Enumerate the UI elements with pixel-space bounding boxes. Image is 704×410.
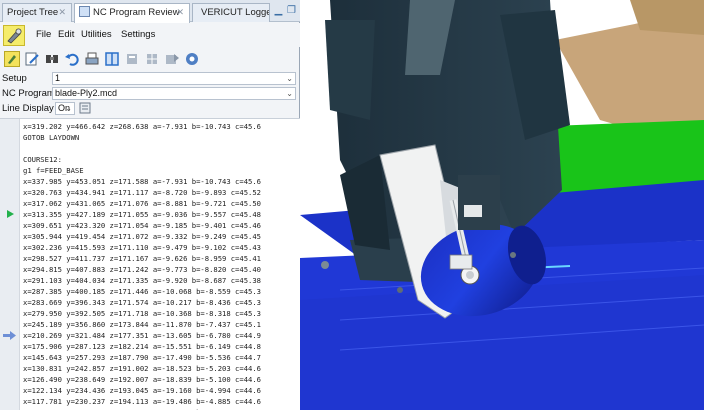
- nc-program-value: blade-Ply2.mcd: [55, 88, 118, 98]
- current-line-arrow-icon[interactable]: [3, 331, 16, 340]
- tab-project-tree[interactable]: Project Tree ✕: [2, 3, 72, 22]
- find-icon[interactable]: [44, 51, 60, 67]
- code-line[interactable]: x=337.985 y=453.051 z=171.588 a=-7.931 b…: [23, 176, 261, 187]
- play-marker-icon[interactable]: [7, 210, 14, 218]
- close-icon[interactable]: ✕: [58, 4, 66, 21]
- print-icon[interactable]: [84, 51, 100, 67]
- code-line[interactable]: x=319.202 y=466.642 z=268.638 a=-7.931 b…: [23, 121, 261, 132]
- code-line[interactable]: x=122.134 y=234.436 z=193.045 a=-19.160 …: [23, 385, 261, 396]
- chevron-down-icon: ⌄: [65, 104, 72, 113]
- code-line[interactable]: x=302.236 y=415.593 z=171.110 a=-9.479 b…: [23, 242, 261, 253]
- code-line[interactable]: x=317.062 y=431.065 z=171.076 a=-8.881 b…: [23, 198, 261, 209]
- edit-icon[interactable]: [24, 51, 40, 67]
- layout-icon[interactable]: [104, 51, 120, 67]
- document-icon: [79, 6, 90, 17]
- code-line[interactable]: x=245.189 y=356.860 z=173.844 a=-11.870 …: [23, 319, 261, 330]
- menu-bar: File Edit Utilities Settings: [0, 23, 300, 47]
- code-line[interactable]: x=279.950 y=392.505 z=171.718 a=-10.368 …: [23, 308, 261, 319]
- menu-edit[interactable]: Edit: [58, 29, 74, 40]
- setup-select[interactable]: 1 ⌄: [52, 72, 296, 85]
- nc-program-select[interactable]: blade-Ply2.mcd ⌄: [52, 87, 296, 100]
- nc-program-label: NC Program: [2, 88, 55, 99]
- code-line[interactable]: x=210.269 y=321.484 z=177.351 a=-13.605 …: [23, 330, 261, 341]
- code-line[interactable]: x=117.781 y=230.237 z=194.113 a=-19.486 …: [23, 396, 261, 407]
- restore-icon[interactable]: ❐: [285, 4, 298, 18]
- code-line[interactable]: x=175.906 y=287.123 z=182.214 a=-15.551 …: [23, 341, 261, 352]
- grid-icon[interactable]: [144, 51, 160, 67]
- chevron-down-icon: ⌄: [286, 89, 293, 98]
- 3d-simulation-viewport[interactable]: [300, 0, 704, 410]
- code-line[interactable]: x=298.527 y=411.737 z=171.167 a=-9.626 b…: [23, 253, 261, 264]
- chevron-down-icon: ⌄: [286, 74, 293, 83]
- setup-row: Setup 1 ⌄: [0, 71, 300, 86]
- undo-icon[interactable]: [64, 51, 80, 67]
- line-display-label: Line Display: [2, 103, 54, 114]
- vericut-icon[interactable]: [4, 51, 20, 67]
- minimize-icon[interactable]: ▁: [272, 4, 285, 18]
- setup-value: 1: [55, 73, 61, 83]
- tab-bar: Project Tree ✕ NC Program Review ✕ VERIC…: [0, 0, 300, 23]
- menu-file[interactable]: File: [36, 29, 51, 40]
- tab-vericut-logger[interactable]: VERICUT Logger: [192, 3, 270, 22]
- close-icon[interactable]: ✕: [176, 4, 184, 21]
- line-display-options-icon[interactable]: [79, 102, 91, 114]
- toolbar: [0, 48, 300, 70]
- tab-nc-program-review[interactable]: NC Program Review ✕: [74, 3, 190, 23]
- menu-settings[interactable]: Settings: [121, 29, 155, 40]
- code-line[interactable]: g1 f=FEED_BASE: [23, 165, 84, 176]
- tab-label: Project Tree: [7, 7, 59, 18]
- report-icon[interactable]: [164, 51, 180, 67]
- tab-label: VERICUT Logger: [201, 7, 270, 18]
- code-line[interactable]: x=283.669 y=396.343 z=171.574 a=-10.217 …: [23, 297, 261, 308]
- code-line[interactable]: x=309.651 y=423.320 z=171.054 a=-9.185 b…: [23, 220, 261, 231]
- code-line[interactable]: x=291.103 y=404.034 z=171.335 a=-9.920 b…: [23, 275, 261, 286]
- code-line[interactable]: GOTOB LAYDOWN: [23, 132, 79, 143]
- machine-scene-graphic: [300, 0, 704, 410]
- nc-program-review-panel: Project Tree ✕ NC Program Review ✕ VERIC…: [0, 0, 300, 410]
- code-line[interactable]: x=313.355 y=427.189 z=171.055 a=-9.036 b…: [23, 209, 261, 220]
- code-line[interactable]: x=130.831 y=242.857 z=191.002 a=-18.523 …: [23, 363, 261, 374]
- text-icon[interactable]: [124, 51, 140, 67]
- settings-icon[interactable]: [184, 51, 200, 67]
- vericut-app-icon[interactable]: [3, 25, 25, 46]
- code-line[interactable]: x=294.815 y=407.883 z=171.242 a=-9.773 b…: [23, 264, 261, 275]
- nc-code-listing[interactable]: x=319.202 y=466.642 z=268.638 a=-7.931 b…: [0, 118, 300, 410]
- line-gutter: [0, 119, 20, 410]
- nc-program-row: NC Program blade-Ply2.mcd ⌄: [0, 86, 300, 101]
- code-line[interactable]: x=145.643 y=257.293 z=187.790 a=-17.490 …: [23, 352, 261, 363]
- code-line[interactable]: COURSE12:: [23, 154, 62, 165]
- tab-label: NC Program Review: [93, 7, 180, 18]
- code-line[interactable]: x=320.763 y=434.941 z=171.117 a=-8.720 b…: [23, 187, 261, 198]
- setup-label: Setup: [2, 73, 27, 84]
- menu-utilities[interactable]: Utilities: [81, 29, 112, 40]
- line-display-select[interactable]: On ⌄: [55, 102, 75, 115]
- line-display-row: Line Display On ⌄: [0, 101, 300, 116]
- code-line[interactable]: x=305.944 y=419.454 z=171.072 a=-9.332 b…: [23, 231, 261, 242]
- code-line[interactable]: x=126.490 y=238.649 z=192.007 a=-18.839 …: [23, 374, 261, 385]
- code-line[interactable]: x=287.385 y=400.185 z=171.446 a=-10.068 …: [23, 286, 261, 297]
